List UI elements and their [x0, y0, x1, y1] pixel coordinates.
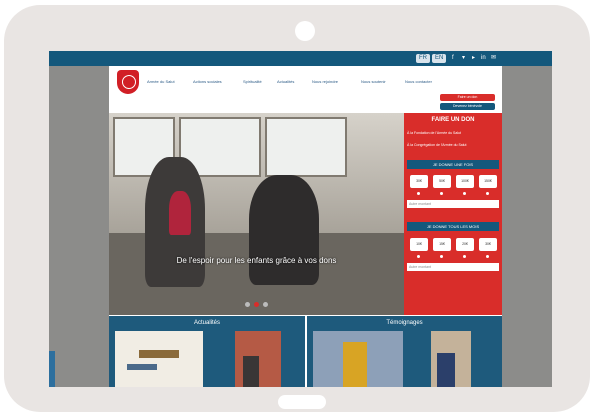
- amount-option[interactable]: 100€: [456, 175, 474, 188]
- donation-option-foundation[interactable]: À la Fondation de l'Armée du Salut: [407, 131, 499, 136]
- website-page: Armée du Salut Actions sociales Spiritua…: [109, 66, 502, 387]
- other-amount-input[interactable]: Autre montant: [407, 200, 499, 208]
- home-button[interactable]: [278, 395, 326, 409]
- testimonials-section: Témoignages: [307, 316, 502, 387]
- amount-radio[interactable]: [486, 255, 489, 258]
- salvation-army-logo[interactable]: [117, 70, 139, 94]
- amount-radio[interactable]: [463, 255, 466, 258]
- amount-radio[interactable]: [440, 192, 443, 195]
- wordcloud-word: [127, 364, 157, 370]
- linkedin-icon[interactable]: in: [481, 54, 486, 63]
- news-section: Actualités: [109, 316, 305, 387]
- nav-item-armee-du-salut[interactable]: Armée du Salut: [147, 79, 175, 84]
- amount-option[interactable]: 10€: [410, 238, 428, 251]
- slider-dot[interactable]: [245, 302, 250, 307]
- news-title: Actualités: [193, 320, 220, 326]
- news-thumbnail-person: [243, 356, 259, 387]
- donate-button[interactable]: Faire un don: [440, 94, 495, 101]
- amount-option[interactable]: 150€: [479, 175, 497, 188]
- amount-option[interactable]: 50€: [433, 175, 451, 188]
- volunteer-button[interactable]: Devenez bénévole: [440, 103, 495, 110]
- hero-caption: De l'espoir pour les enfants grâce à vos…: [176, 256, 337, 265]
- donate-monthly-button[interactable]: JE DONNE TOUS LES MOIS: [407, 222, 499, 231]
- other-amount-input[interactable]: Autre montant: [407, 263, 499, 271]
- hero-person-right: [249, 175, 319, 285]
- top-bar: FR EN f ▾ ▸ in ✉: [49, 51, 552, 66]
- nav-item-nous-contacter[interactable]: Nous contacter: [405, 79, 432, 84]
- hero-window: [265, 117, 347, 177]
- testimonial-thumbnail-person: [343, 342, 367, 387]
- tablet-frame: FR EN f ▾ ▸ in ✉ Armée du Salut Actions …: [4, 5, 590, 412]
- hero-scarf: [169, 191, 191, 235]
- twitter-icon[interactable]: ▾: [462, 54, 465, 63]
- amount-radio[interactable]: [417, 192, 420, 195]
- mail-icon[interactable]: ✉: [491, 54, 496, 63]
- nav-item-actions-sociales[interactable]: Actions sociales: [193, 79, 222, 84]
- amount-option[interactable]: 30€: [410, 175, 428, 188]
- amount-radio[interactable]: [417, 255, 420, 258]
- donation-panel: FAIRE UN DON À la Fondation de l'Armée d…: [404, 113, 502, 315]
- hero-slider: De l'espoir pour les enfants grâce à vos…: [109, 113, 404, 315]
- news-thumbnail-wordcloud[interactable]: [115, 331, 203, 387]
- wordcloud-word: [139, 350, 179, 358]
- camera-icon: [295, 21, 315, 41]
- facebook-icon[interactable]: f: [452, 54, 454, 63]
- youtube-icon[interactable]: ▸: [472, 54, 475, 63]
- nav-item-spiritualite[interactable]: Spiritualité: [243, 79, 262, 84]
- testimonial-thumbnail-person: [437, 353, 455, 387]
- language-fr-button[interactable]: FR: [416, 54, 430, 63]
- language-en-button[interactable]: EN: [432, 54, 447, 63]
- nav-item-nous-rejoindre[interactable]: Nous rejoindre: [312, 79, 338, 84]
- tablet-screen: FR EN f ▾ ▸ in ✉ Armée du Salut Actions …: [49, 51, 552, 387]
- testimonials-title: Témoignages: [386, 320, 423, 326]
- nav-item-actualites[interactable]: Actualités: [277, 79, 294, 84]
- amount-option[interactable]: 30€: [479, 238, 497, 251]
- amount-radio[interactable]: [463, 192, 466, 195]
- slider-dot-active[interactable]: [254, 302, 259, 307]
- donate-once-button[interactable]: JE DONNE UNE FOIS: [407, 160, 499, 169]
- slider-dot[interactable]: [263, 302, 268, 307]
- amount-option[interactable]: 20€: [456, 238, 474, 251]
- side-feedback-tab[interactable]: [49, 351, 55, 387]
- amount-radio[interactable]: [440, 255, 443, 258]
- amount-option[interactable]: 15€: [433, 238, 451, 251]
- donation-option-congregation[interactable]: À la Congrégation de l'Armée du Salut: [407, 143, 499, 148]
- donation-title: FAIRE UN DON: [431, 117, 475, 123]
- amount-radio[interactable]: [486, 192, 489, 195]
- nav-item-nous-soutenir[interactable]: Nous soutenir: [361, 79, 386, 84]
